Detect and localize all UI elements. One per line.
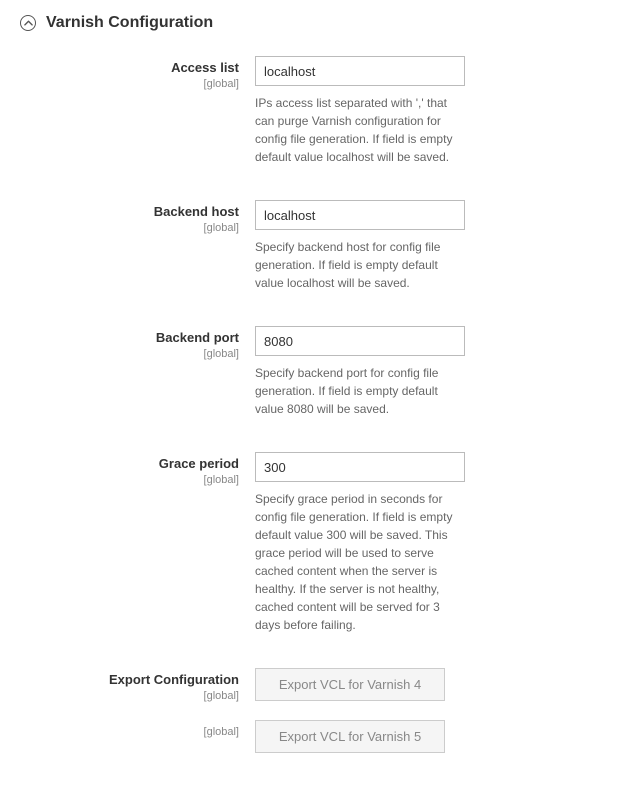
field-scope: [global]	[70, 726, 239, 738]
field-scope: [global]	[70, 474, 239, 486]
backend-host-input[interactable]	[255, 200, 465, 230]
field-scope: [global]	[70, 78, 239, 90]
input-col: Specify backend port for config file gen…	[255, 326, 465, 418]
backend-port-input[interactable]	[255, 326, 465, 356]
section-header: Varnish Configuration	[20, 14, 602, 32]
field-scope: [global]	[70, 222, 239, 234]
section-title: Varnish Configuration	[46, 14, 213, 32]
grace-period-input[interactable]	[255, 452, 465, 482]
form-row-backend-port: Backend port [global] Specify backend po…	[70, 326, 602, 418]
field-scope: [global]	[70, 348, 239, 360]
input-col: IPs access list separated with ',' that …	[255, 56, 465, 166]
help-text: IPs access list separated with ',' that …	[255, 94, 465, 166]
label-col: Backend port [global]	[70, 326, 255, 360]
field-scope: [global]	[70, 690, 239, 702]
access-list-input[interactable]	[255, 56, 465, 86]
form-row-access-list: Access list [global] IPs access list sep…	[70, 56, 602, 166]
input-col: Specify backend host for config file gen…	[255, 200, 465, 292]
input-col: Specify grace period in seconds for conf…	[255, 452, 465, 634]
help-text: Specify grace period in seconds for conf…	[255, 490, 465, 634]
label-col: [global]	[70, 720, 255, 738]
field-label: Grace period	[70, 456, 239, 472]
form-row-export-varnish5: [global] Export VCL for Varnish 5	[70, 720, 602, 753]
label-col: Access list [global]	[70, 56, 255, 90]
export-varnish4-button[interactable]: Export VCL for Varnish 4	[255, 668, 445, 701]
chevron-up-icon	[24, 19, 33, 28]
label-col: Grace period [global]	[70, 452, 255, 486]
help-text: Specify backend host for config file gen…	[255, 238, 465, 292]
form-row-export-varnish4: Export Configuration [global] Export VCL…	[70, 668, 602, 702]
field-label: Backend host	[70, 204, 239, 220]
help-text: Specify backend port for config file gen…	[255, 364, 465, 418]
label-col: Export Configuration [global]	[70, 668, 255, 702]
field-label: Backend port	[70, 330, 239, 346]
form-row-grace-period: Grace period [global] Specify grace peri…	[70, 452, 602, 634]
input-col: Export VCL for Varnish 4	[255, 668, 465, 701]
field-label: Export Configuration	[70, 672, 239, 688]
form-row-backend-host: Backend host [global] Specify backend ho…	[70, 200, 602, 292]
input-col: Export VCL for Varnish 5	[255, 720, 465, 753]
collapse-icon[interactable]	[20, 15, 36, 31]
form-rows: Access list [global] IPs access list sep…	[20, 56, 602, 753]
field-label: Access list	[70, 60, 239, 76]
export-varnish5-button[interactable]: Export VCL for Varnish 5	[255, 720, 445, 753]
label-col: Backend host [global]	[70, 200, 255, 234]
